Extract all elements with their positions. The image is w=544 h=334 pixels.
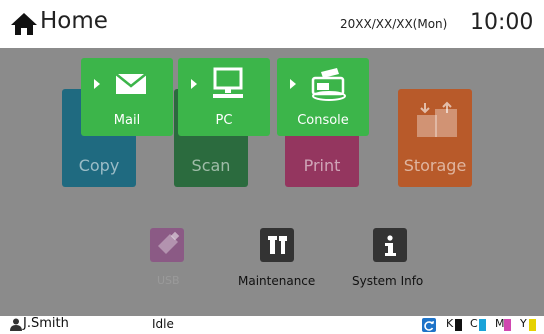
info-icon — [385, 235, 396, 256]
system-info-label: System Info — [352, 274, 424, 288]
time-label: 10:00 — [470, 10, 534, 35]
usb-button[interactable] — [150, 228, 184, 262]
monitor-icon — [213, 67, 243, 98]
scan-label: Scan — [191, 156, 231, 175]
page-title: Home — [40, 8, 108, 34]
pc-label: PC — [215, 113, 233, 128]
header-bar: Home 20XX/XX/XX(Mon) 10:00 — [0, 0, 544, 48]
date-label: 20XX/XX/XX(Mon) — [340, 17, 448, 31]
folder-icon — [417, 101, 457, 137]
machine-status: Idle — [152, 317, 174, 331]
console-label: Console — [297, 113, 349, 128]
ink-label-k: K — [446, 317, 454, 330]
arrow-icon — [191, 79, 197, 89]
storage-tile[interactable]: Storage — [398, 89, 472, 187]
usb-icon — [158, 231, 180, 254]
envelope-icon — [115, 73, 147, 94]
ink-level-k — [455, 319, 462, 331]
scanner-icon — [311, 68, 346, 101]
status-bar: J.Smith Idle K C M Y — [0, 316, 544, 334]
storage-label: Storage — [403, 156, 467, 175]
ink-label-y: Y — [520, 317, 527, 330]
ink-level-m — [504, 319, 511, 331]
user-icon[interactable] — [10, 318, 22, 331]
maintenance-button[interactable] — [260, 228, 294, 262]
arrow-icon — [290, 79, 296, 89]
pc-button[interactable]: PC — [178, 58, 270, 136]
copy-label: Copy — [78, 156, 120, 175]
system-info-button[interactable] — [373, 228, 407, 262]
refresh-icon[interactable] — [422, 318, 436, 332]
maintenance-label: Maintenance — [238, 274, 316, 288]
mail-label: Mail — [113, 113, 141, 128]
ink-label-c: C — [470, 317, 478, 330]
tools-icon — [268, 236, 287, 254]
console-button[interactable]: Console — [277, 58, 369, 136]
user-name[interactable]: J.Smith — [23, 316, 69, 331]
home-main-area: Copy Scan Print Storage Mail PC Console … — [0, 48, 544, 316]
usb-label: USB — [157, 274, 180, 287]
arrow-icon — [94, 79, 100, 89]
home-icon[interactable] — [10, 12, 38, 36]
mail-button[interactable]: Mail — [81, 58, 173, 136]
print-label: Print — [303, 156, 341, 175]
ink-level-c — [479, 319, 486, 331]
ink-level-y — [529, 319, 536, 331]
